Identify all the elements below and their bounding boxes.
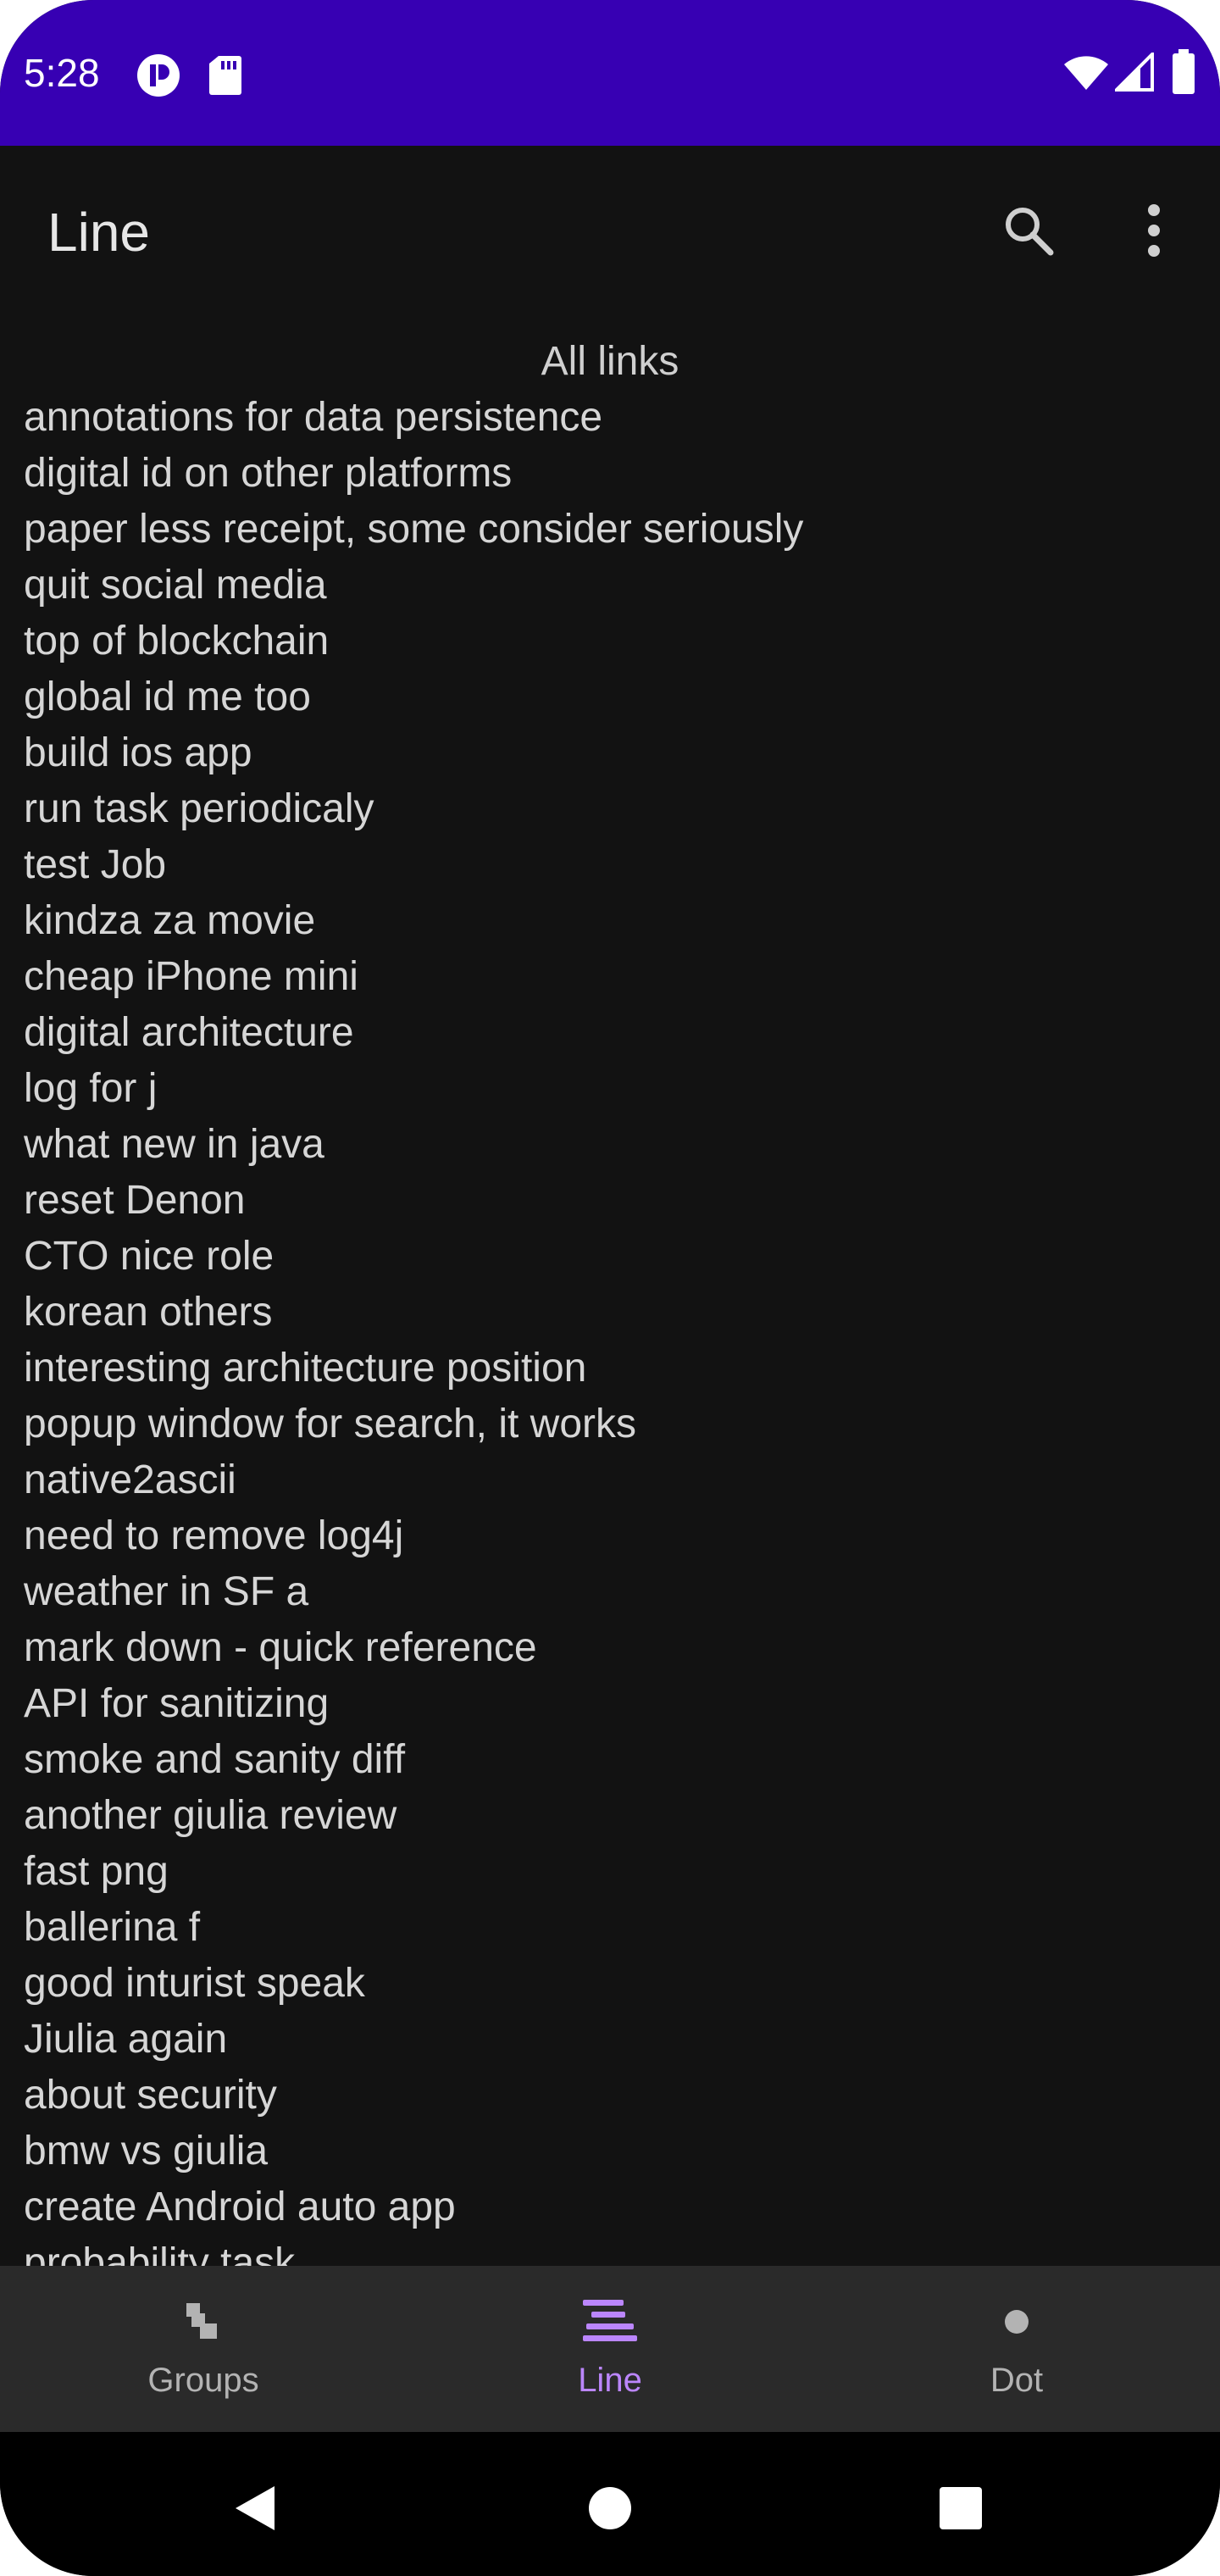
nav-label-line: Line: [578, 2362, 642, 2399]
link-item[interactable]: digital id on other platforms: [24, 446, 803, 502]
link-item[interactable]: weather in SF a: [24, 1564, 803, 1620]
home-button[interactable]: [568, 2466, 652, 2551]
list-heading: All links: [541, 339, 679, 384]
link-item[interactable]: korean others: [24, 1285, 803, 1341]
link-item[interactable]: kindza za movie: [24, 893, 803, 949]
app-bar: Line: [0, 146, 1220, 315]
more-options-button[interactable]: [1112, 188, 1196, 273]
sd-card-icon: [208, 54, 242, 97]
bottom-navigation: Groups Line Dot: [0, 2266, 1220, 2432]
link-item[interactable]: interesting architecture position: [24, 1341, 803, 1396]
nav-item-dot[interactable]: Dot: [813, 2266, 1220, 2432]
battery-icon: [1171, 49, 1196, 95]
groups-icon: [185, 2301, 222, 2342]
link-item[interactable]: reset Denon: [24, 1173, 803, 1229]
nav-label-dot: Dot: [990, 2362, 1044, 2399]
link-item[interactable]: smoke and sanity diff: [24, 1732, 803, 1788]
link-item[interactable]: what new in java: [24, 1117, 803, 1173]
phone-screen: 5:28 Line All links annotations for data…: [0, 0, 1220, 2576]
search-button[interactable]: [986, 188, 1071, 273]
more-vert-icon: [1145, 203, 1162, 258]
link-item[interactable]: annotations for data persistence: [24, 390, 803, 446]
nav-item-line[interactable]: Line: [407, 2266, 813, 2432]
home-icon: [587, 2485, 633, 2531]
link-item[interactable]: need to remove log4j: [24, 1508, 803, 1564]
link-item[interactable]: global id me too: [24, 669, 803, 725]
link-item[interactable]: digital architecture: [24, 1005, 803, 1061]
search-icon: [1001, 203, 1056, 258]
link-item[interactable]: create Android auto app: [24, 2179, 803, 2235]
link-item[interactable]: log for j: [24, 1061, 803, 1117]
link-item[interactable]: API for sanitizing: [24, 1676, 803, 1732]
link-item[interactable]: build ios app: [24, 725, 803, 781]
link-item[interactable]: about security: [24, 2068, 803, 2124]
nav-label-groups: Groups: [147, 2362, 259, 2399]
link-item[interactable]: good inturist speak: [24, 1956, 803, 2012]
line-icon: [583, 2298, 637, 2346]
recents-button[interactable]: [918, 2466, 1003, 2551]
system-navigation-bar: [0, 2432, 1220, 2576]
link-item[interactable]: run task periodicaly: [24, 781, 803, 837]
link-item[interactable]: another giulia review: [24, 1788, 803, 1844]
link-item[interactable]: test Job: [24, 837, 803, 893]
link-item[interactable]: cheap iPhone mini: [24, 949, 803, 1005]
link-item[interactable]: popup window for search, it works: [24, 1396, 803, 1452]
link-item[interactable]: probability task: [24, 2235, 803, 2266]
dot-icon: [1003, 2308, 1030, 2335]
link-item[interactable]: native2ascii: [24, 1452, 803, 1508]
status-bar: 5:28: [0, 0, 1220, 146]
wifi-icon: [1062, 54, 1110, 92]
link-item[interactable]: paper less receipt, some consider seriou…: [24, 502, 803, 558]
cell-signal-icon: [1112, 50, 1154, 92]
back-button[interactable]: [212, 2466, 297, 2551]
page-title: Line: [47, 202, 150, 263]
link-item[interactable]: CTO nice role: [24, 1229, 803, 1285]
link-item[interactable]: quit social media: [24, 558, 803, 613]
link-item[interactable]: mark down - quick reference: [24, 1620, 803, 1676]
back-icon: [232, 2483, 276, 2534]
app-notification-icon: [136, 53, 181, 98]
link-item[interactable]: top of blockchain: [24, 613, 803, 669]
links-content[interactable]: All links annotations for data persisten…: [0, 315, 1220, 2266]
link-item[interactable]: Jiulia again: [24, 2012, 803, 2068]
nav-item-groups[interactable]: Groups: [0, 2266, 407, 2432]
link-item[interactable]: fast png: [24, 1844, 803, 1900]
link-list: annotations for data persistence digital…: [24, 390, 803, 2266]
link-item[interactable]: bmw vs giulia: [24, 2124, 803, 2179]
link-item[interactable]: ballerina f: [24, 1900, 803, 1956]
status-time: 5:28: [24, 51, 100, 95]
recents-icon: [938, 2485, 984, 2531]
